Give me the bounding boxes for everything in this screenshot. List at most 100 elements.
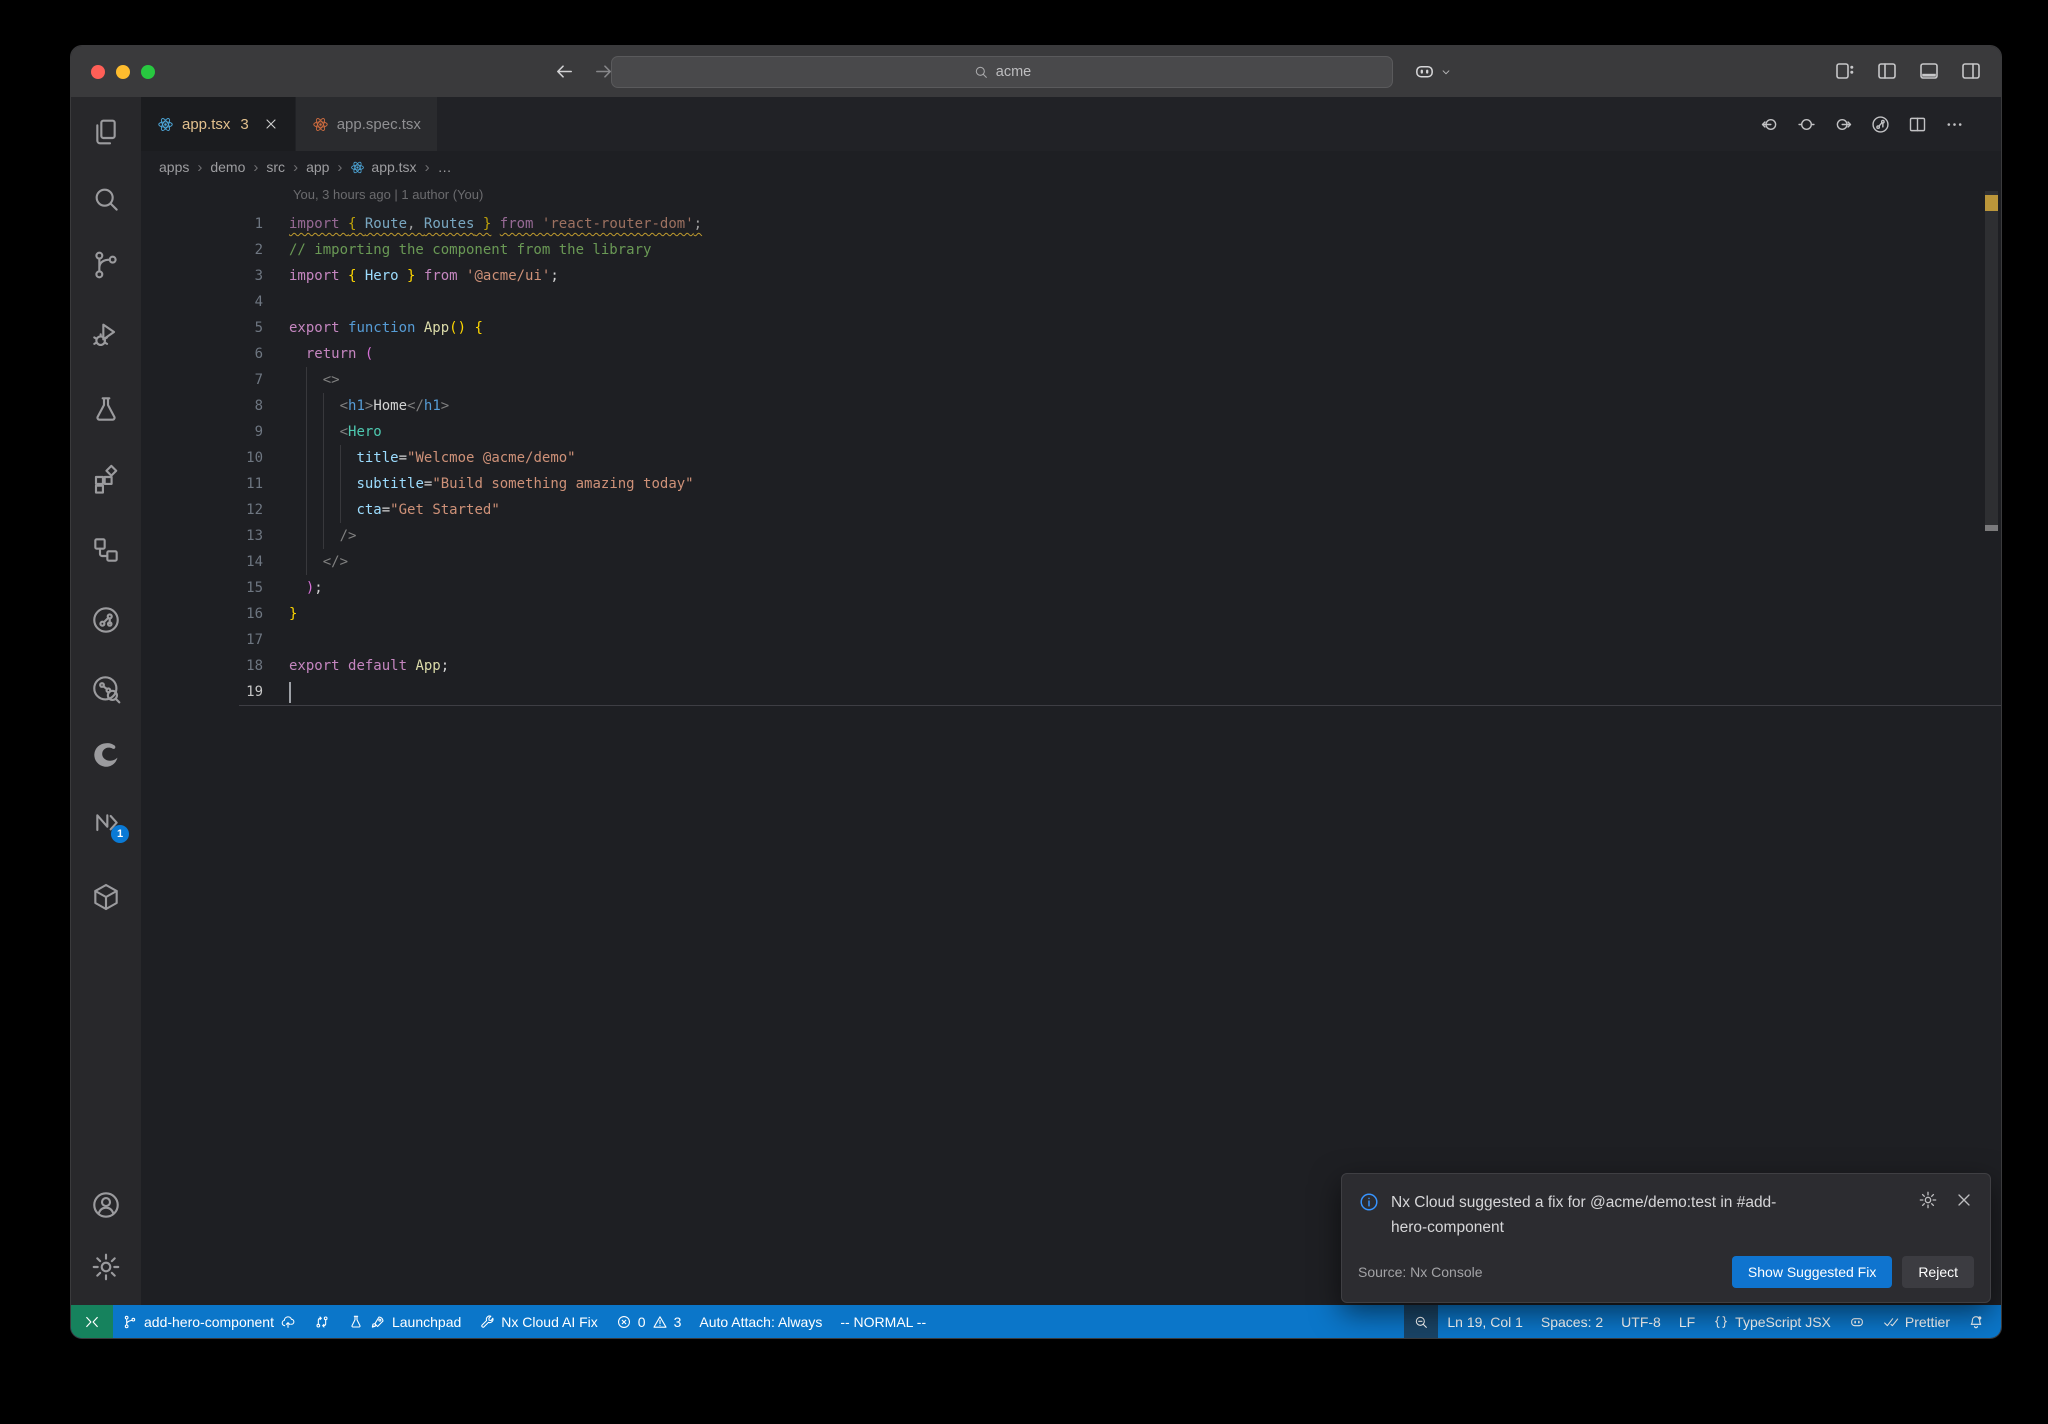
statusbar-text: Launchpad [391, 1313, 462, 1330]
sidebar-item-testing[interactable] [90, 393, 122, 425]
breadcrumb-item-src[interactable]: src [266, 159, 285, 175]
statusbar-language-item[interactable]: TypeScript JSX [1704, 1305, 1840, 1338]
breadcrumb-separator: › [197, 158, 203, 176]
statusbar-compare-changes-item[interactable] [305, 1305, 339, 1338]
statusbar-text: -- NORMAL -- [840, 1313, 927, 1330]
statusbar-cursor-position-item[interactable]: Ln 19, Col 1 [1438, 1305, 1532, 1338]
close-window-button[interactable] [91, 65, 105, 79]
cloud-upload-icon [280, 1314, 296, 1330]
window-controls[interactable] [91, 65, 155, 79]
breadcrumb-item-demo[interactable]: demo [210, 159, 245, 175]
breadcrumb-item-app[interactable]: app [306, 159, 329, 175]
more-actions-icon[interactable] [1944, 114, 1965, 135]
statusbar-text: Spaces: 2 [1540, 1313, 1604, 1330]
sidebar-item-search[interactable] [90, 183, 122, 215]
breadcrumb-separator: › [293, 158, 299, 176]
line-content: import { Hero } from '@acme/ui'; [289, 268, 559, 284]
search-value: acme [995, 64, 1032, 80]
toggle-primary-sidebar-icon[interactable] [1875, 59, 1899, 83]
code-line: 5 export function App() { [141, 315, 2001, 341]
sidebar-item-project-explorer[interactable] [90, 534, 122, 566]
statusbar-encoding-item[interactable]: UTF-8 [1612, 1305, 1670, 1338]
statusbar-prettier-item[interactable]: Prettier [1874, 1305, 1959, 1338]
copilot-menu[interactable] [1413, 60, 1453, 83]
line-content: <h1>Home</h1> [339, 398, 450, 414]
breadcrumb-label: demo [210, 159, 246, 175]
statusbar-notifications-item[interactable] [1959, 1305, 1993, 1338]
sidebar-item-run-and-debug[interactable] [90, 318, 122, 350]
nav-forward-circle-icon[interactable] [1833, 114, 1854, 135]
sidebar-item-source-control[interactable] [90, 249, 122, 281]
command-center-search[interactable]: acme [611, 56, 1393, 88]
tab-app.spec.tsx[interactable]: app.spec.tsx [295, 97, 437, 151]
line-number: 13 [246, 528, 263, 544]
status-bar: add-hero-component Launchpad Nx Cloud AI F… [71, 1305, 2001, 1338]
zoom-out-icon [1413, 1314, 1429, 1330]
nav-back-circle-icon[interactable] [1759, 114, 1780, 135]
split-editor-icon[interactable] [1907, 114, 1928, 135]
line-content: export function App() { [289, 320, 483, 336]
breadcrumb-separator: › [253, 158, 259, 176]
toggle-secondary-sidebar-icon[interactable] [1959, 59, 1983, 83]
breadcrumb: apps › demo › src › app › app.tsx ›… [141, 151, 2001, 183]
statusbar-branch-item[interactable]: add-hero-component [113, 1305, 305, 1338]
sidebar-item-nx-console[interactable]: 1 [90, 806, 129, 843]
reject-button[interactable]: Reject [1902, 1256, 1974, 1288]
line-content: } [289, 606, 298, 622]
breadcrumb-item-apps[interactable]: apps [159, 159, 189, 175]
chevron-down-icon [1439, 65, 1453, 79]
sidebar-item-git-graph[interactable] [90, 604, 122, 636]
code-line: 7 <> [141, 367, 2001, 393]
sidebar-item-edge-browser[interactable] [90, 739, 122, 771]
tab-app.tsx[interactable]: app.tsx 3 [141, 97, 295, 151]
line-content: import { Route, Routes } from 'react-rou… [289, 216, 703, 232]
show-suggested-fix-button[interactable]: Show Suggested Fix [1731, 1256, 1893, 1288]
statusbar-text: add-hero-component [144, 1313, 274, 1330]
statusbar-zoom-item[interactable] [1404, 1305, 1439, 1338]
close-tab-icon[interactable] [263, 116, 279, 132]
sidebar-item-package-explorer[interactable] [90, 881, 122, 913]
notification-close-icon[interactable] [1954, 1190, 1974, 1210]
indent-guide [340, 445, 341, 523]
remote-indicator[interactable] [71, 1305, 113, 1338]
statusbar-auto-attach-item[interactable]: Auto Attach: Always [690, 1305, 831, 1338]
tab-bar: app.tsx 3 app.spec.tsx [141, 97, 2001, 151]
notification-toast: Nx Cloud suggested a fix for @acme/demo:… [1341, 1173, 1991, 1303]
statusbar-problems-item[interactable]: 03 [607, 1305, 691, 1338]
statusbar-copilot-status-item[interactable] [1840, 1305, 1874, 1338]
statusbar-text: 0 [637, 1313, 646, 1330]
git-graph-run-icon[interactable] [1870, 114, 1891, 135]
line-content: cta="Get Started" [356, 502, 500, 518]
line-number: 11 [246, 476, 263, 492]
sidebar-item-git-graph-search[interactable] [90, 673, 122, 705]
breadcrumb-item-app.tsx[interactable]: app.tsx [350, 159, 417, 175]
line-number: 12 [246, 502, 263, 518]
zoom-window-button[interactable] [141, 65, 155, 79]
tab-problems-badge: 3 [240, 115, 249, 133]
line-number: 5 [254, 320, 263, 336]
sidebar-item-accounts[interactable] [90, 1189, 122, 1221]
sidebar-item-extensions[interactable] [90, 463, 122, 495]
statusbar-launchpad-item[interactable]: Launchpad [339, 1305, 470, 1338]
statusbar-indentation-item[interactable]: Spaces: 2 [1532, 1305, 1612, 1338]
statusbar-vim-mode-item[interactable]: -- NORMAL -- [831, 1305, 935, 1338]
sidebar-item-explorer[interactable] [90, 116, 122, 148]
breadcrumb-item-…[interactable]: … [438, 159, 452, 175]
statusbar-eol-item[interactable]: LF [1670, 1305, 1704, 1338]
toggle-panel-icon[interactable] [1917, 59, 1941, 83]
customize-layout-icon[interactable] [1833, 59, 1857, 83]
minimize-window-button[interactable] [116, 65, 130, 79]
circle-icon[interactable] [1796, 114, 1817, 135]
statusbar-nx-cloud-ai-fix-item[interactable]: Nx Cloud AI Fix [470, 1305, 606, 1338]
search-icon [973, 64, 989, 80]
editor[interactable]: You, 3 hours ago | 1 author (You) 1 impor… [141, 183, 2001, 1305]
line-number: 18 [246, 658, 263, 674]
sidebar-item-settings[interactable] [90, 1251, 122, 1283]
code-line: 16} [141, 601, 2001, 627]
notification-settings-gear-icon[interactable] [1918, 1190, 1938, 1210]
statusbar-text: Prettier [1904, 1313, 1950, 1330]
nav-back-icon[interactable] [553, 60, 576, 83]
editor-scrollbar[interactable] [1985, 191, 1998, 531]
statusbar-text: UTF-8 [1621, 1313, 1661, 1330]
warning-icon [652, 1314, 668, 1330]
